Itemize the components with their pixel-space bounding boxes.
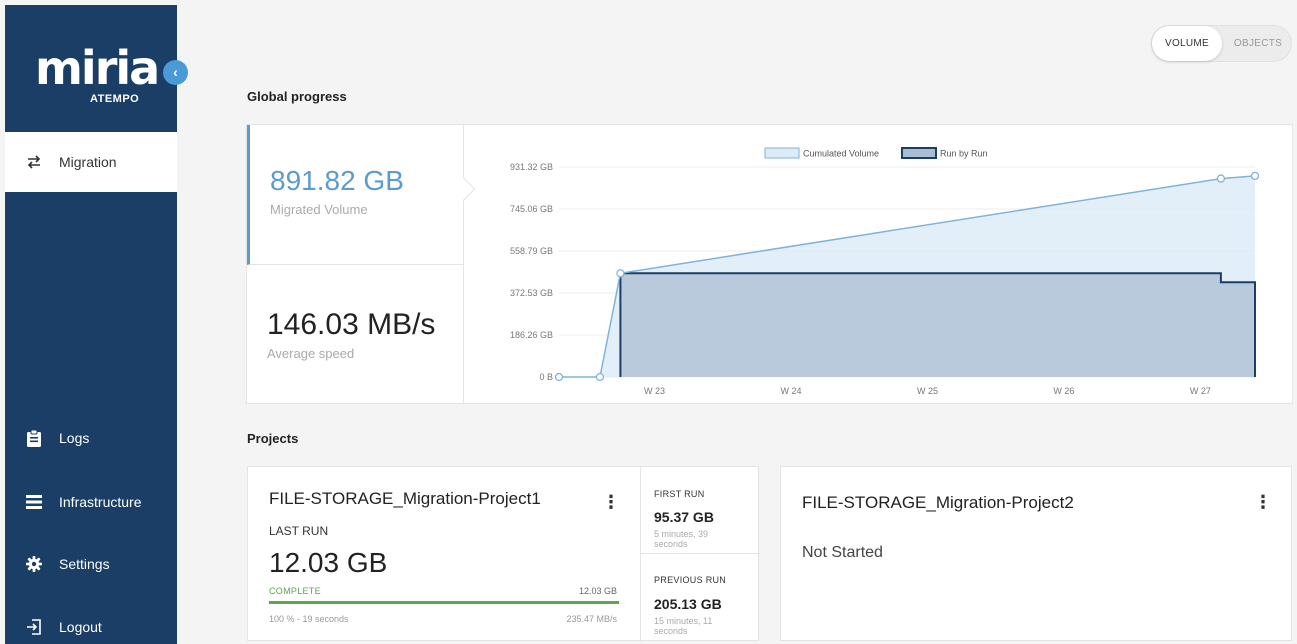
divider <box>640 467 641 642</box>
previous-run-label: PREVIOUS RUN <box>654 575 727 585</box>
average-speed-label: Average speed <box>267 346 355 361</box>
y-tick-label: 931.32 GB <box>510 162 553 172</box>
sidebar-item-label: Settings <box>59 556 110 572</box>
sidebar-item-label: Migration <box>59 154 117 170</box>
migrated-volume-value: 891.82 GB <box>270 165 404 196</box>
sidebar-item-settings[interactable]: Settings <box>5 534 177 594</box>
progress-speed: 235.47 MB/s <box>566 614 617 624</box>
logo: miria ATEMPO <box>5 5 177 130</box>
last-run-label: LAST RUN <box>269 524 329 538</box>
collapse-sidebar-button[interactable]: ‹ <box>163 60 188 85</box>
migrated-volume-stat: 891.82 GB Migrated Volume <box>247 125 464 265</box>
cumulated-volume-point <box>1216 174 1226 183</box>
sidebar-item-label: Infrastructure <box>59 494 142 510</box>
x-tick-label: W 26 <box>1053 386 1074 396</box>
global-progress-card: 891.82 GB Migrated Volume 146.03 MB/s Av… <box>246 124 1293 404</box>
x-tick-label: W 24 <box>780 386 801 396</box>
legend-label: Run by Run <box>940 149 988 159</box>
gear-icon <box>25 555 43 573</box>
more-options-icon[interactable]: ⋮ <box>602 493 620 511</box>
legend-swatch-cumulated <box>764 147 800 159</box>
metric-toggle: VOLUME OBJECTS <box>1151 25 1292 62</box>
run-by-run-area <box>620 273 1255 377</box>
more-options-icon[interactable]: ⋮ <box>1254 493 1272 511</box>
y-tick-label: 745.06 GB <box>510 204 553 214</box>
average-speed-value: 146.03 MB/s <box>267 308 436 341</box>
x-tick-label: W 25 <box>917 386 938 396</box>
project-name[interactable]: FILE-STORAGE_Migration-Project1 <box>269 489 541 509</box>
project-card[interactable]: FILE-STORAGE_Migration-Project2 ⋮ Not St… <box>780 466 1292 641</box>
status-size: 12.03 GB <box>578 586 617 596</box>
sidebar-item-label: Logout <box>59 619 102 635</box>
sidebar-item-migration[interactable]: Migration <box>5 132 177 192</box>
swap-arrows-icon <box>25 153 43 171</box>
x-tick-label: W 23 <box>644 386 665 396</box>
y-tick-label: 186.26 GB <box>510 330 553 340</box>
progress-bar-fill <box>269 601 619 604</box>
sidebar-item-logout[interactable]: Logout <box>5 597 177 644</box>
global-progress-title: Global progress <box>247 89 347 104</box>
cumulated-volume-point <box>616 269 625 278</box>
logo-subtitle: ATEMPO <box>90 93 140 105</box>
sidebar-item-logs[interactable]: Logs <box>5 408 177 468</box>
y-tick-label: 372.53 GB <box>510 288 553 298</box>
previous-run-value: 205.13 GB <box>654 596 722 612</box>
migrated-volume-label: Migrated Volume <box>270 202 368 217</box>
y-tick-label: 558.79 GB <box>510 246 553 256</box>
status-label: COMPLETE <box>269 586 321 596</box>
project-status: Not Started <box>802 544 883 561</box>
progress-detail: 100 % - 19 seconds <box>269 614 349 624</box>
first-run-label: FIRST RUN <box>654 489 705 499</box>
volume-toggle-option[interactable]: VOLUME <box>1152 26 1222 61</box>
previous-run-duration: 15 minutes, 11 seconds <box>654 616 713 636</box>
last-run-value: 12.03 GB <box>269 547 388 578</box>
global-progress-chart: 931.32 GB 745.06 GB 558.79 GB 372.53 GB 186.… <box>510 147 1260 396</box>
sidebar-item-infrastructure[interactable]: Infrastructure <box>5 472 177 532</box>
project-name[interactable]: FILE-STORAGE_Migration-Project2 <box>802 493 1074 513</box>
x-tick-label: W 27 <box>1190 386 1211 396</box>
legend-swatch-run <box>901 147 937 159</box>
progress-bar <box>269 601 619 604</box>
first-run-duration: 5 minutes, 39 seconds <box>654 529 709 549</box>
objects-toggle-option[interactable]: OBJECTS <box>1224 26 1292 61</box>
cumulated-volume-point <box>1250 171 1260 181</box>
divider <box>640 553 760 554</box>
list-icon <box>25 493 43 511</box>
average-speed-stat: 146.03 MB/s Average speed <box>247 265 464 404</box>
chevron-left-icon: ‹ <box>173 64 178 80</box>
cumulated-volume-point <box>595 372 605 382</box>
logout-icon <box>25 618 43 636</box>
first-run-value: 95.37 GB <box>654 509 714 525</box>
sidebar: miria ATEMPO Migration Logs Infrastructu… <box>5 5 177 644</box>
projects-title: Projects <box>247 431 299 446</box>
project-card[interactable]: FILE-STORAGE_Migration-Project1 ⋮ LAST R… <box>247 466 760 642</box>
cumulated-volume-point <box>554 372 564 382</box>
clipboard-icon <box>25 429 43 447</box>
y-tick-label: 0 B <box>539 372 553 382</box>
legend-label: Cumulated Volume <box>803 149 879 159</box>
logo-text: miria <box>35 41 160 95</box>
sidebar-item-label: Logs <box>59 430 90 446</box>
